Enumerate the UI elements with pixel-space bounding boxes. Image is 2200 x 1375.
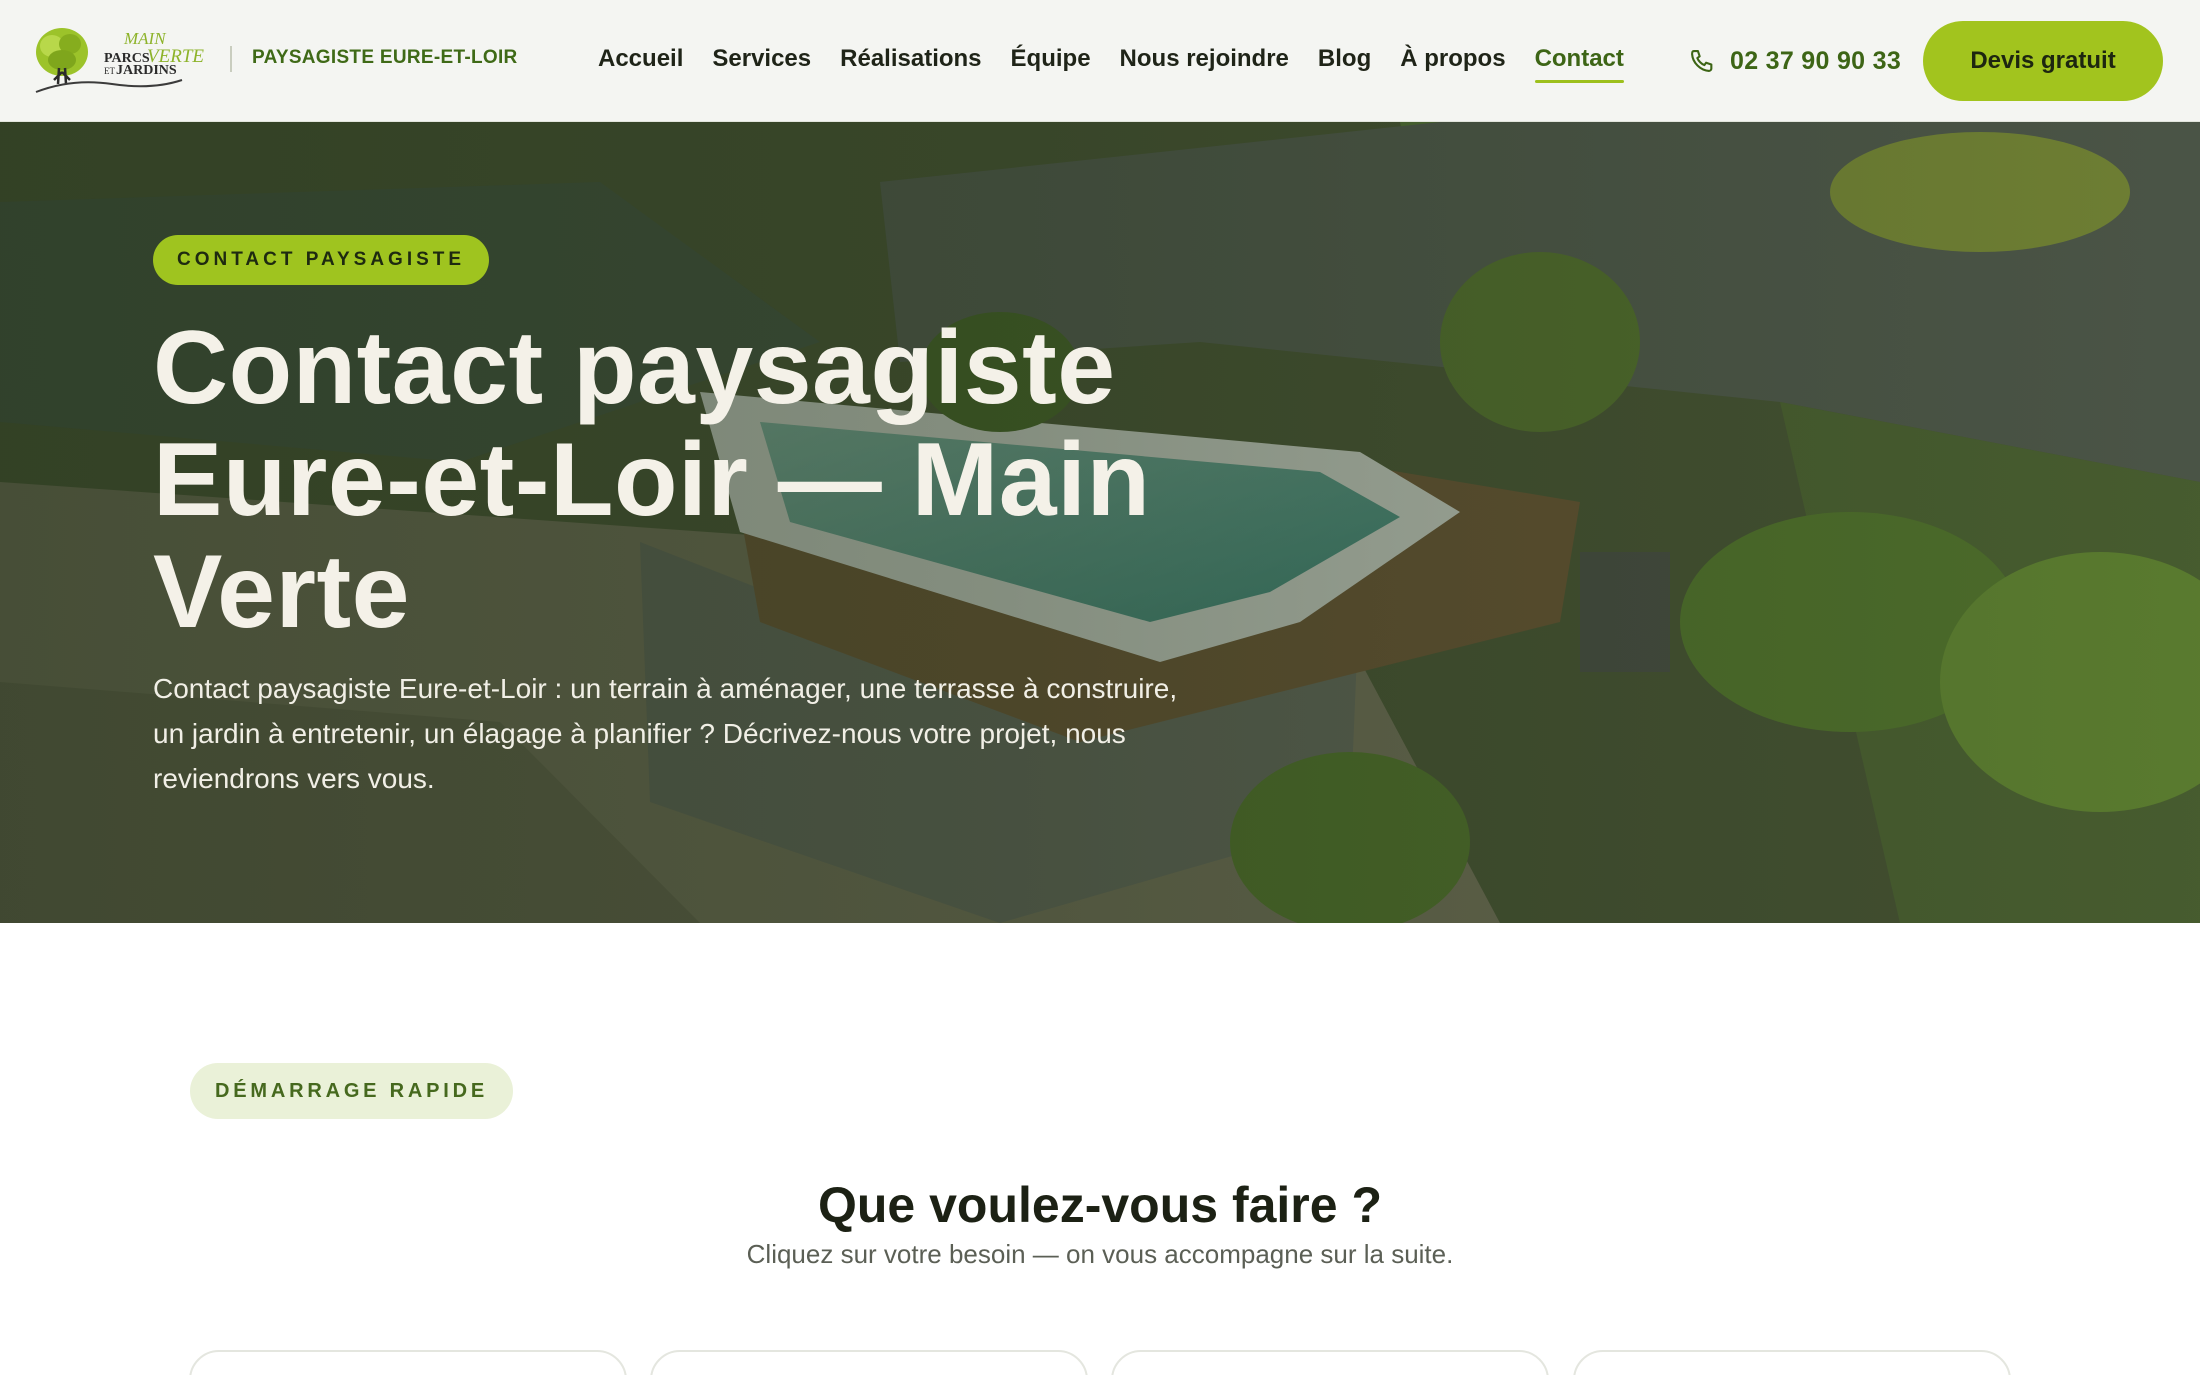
tree-logo-icon: MAIN PARCS VERTE ET JARDINS	[35, 28, 204, 93]
hero-subtitle: Contact paysagiste Eure-et-Loir : un ter…	[153, 673, 1178, 794]
quickstart-card[interactable]	[1111, 1350, 1549, 1375]
hero-section: CONTACT PAYSAGISTE Contact paysagiste Eu…	[0, 122, 2200, 923]
site-header: MAIN PARCS VERTE ET JARDINS PAYSAGISTE E…	[0, 0, 2200, 122]
nav-item-a-propos[interactable]: À propos	[1400, 43, 1505, 83]
phone-icon	[1691, 50, 1713, 72]
nav-item-contact[interactable]: Contact	[1534, 43, 1625, 83]
hero-title: Contact paysagiste Eure-et-Loir — Main V…	[153, 310, 1151, 650]
nav-item-accueil[interactable]: Accueil	[598, 43, 683, 83]
nav-item-services[interactable]: Services	[712, 43, 811, 83]
nav-item-nous-rejoindre[interactable]: Nous rejoindre	[1120, 43, 1289, 83]
logo-divider	[230, 46, 232, 72]
site-tagline: PAYSAGISTE EURE-ET-LOIR	[252, 47, 518, 68]
nav-item-equipe[interactable]: Équipe	[1011, 43, 1091, 83]
devis-gratuit-button[interactable]: Devis gratuit	[1923, 21, 2163, 101]
nav-item-blog[interactable]: Blog	[1318, 43, 1371, 83]
quickstart-title: Que voulez-vous faire ?	[817, 1177, 1382, 1233]
hero-badge: CONTACT PAYSAGISTE	[153, 235, 490, 285]
main-nav: Accueil Services Réalisations Équipe Nou…	[598, 43, 1653, 83]
svg-text:JARDINS: JARDINS	[116, 63, 177, 78]
nav-item-realisations[interactable]: Réalisations	[840, 43, 981, 83]
quickstart-card[interactable]	[650, 1350, 1088, 1375]
quickstart-badge: DÉMARRAGE RAPIDE	[190, 1063, 514, 1119]
svg-text:ET: ET	[104, 66, 115, 76]
quickstart-card[interactable]	[189, 1350, 627, 1375]
quickstart-subtitle: Cliquez sur votre besoin — on vous accom…	[746, 1239, 1454, 1269]
brand-logo[interactable]: MAIN PARCS VERTE ET JARDINS	[32, 22, 214, 98]
quickstart-card[interactable]	[1573, 1350, 2011, 1375]
phone-number: 02 37 90 90 33	[1730, 46, 1902, 75]
quickstart-cards	[189, 1350, 2011, 1375]
phone-link[interactable]: 02 37 90 90 33	[1688, 45, 1901, 77]
